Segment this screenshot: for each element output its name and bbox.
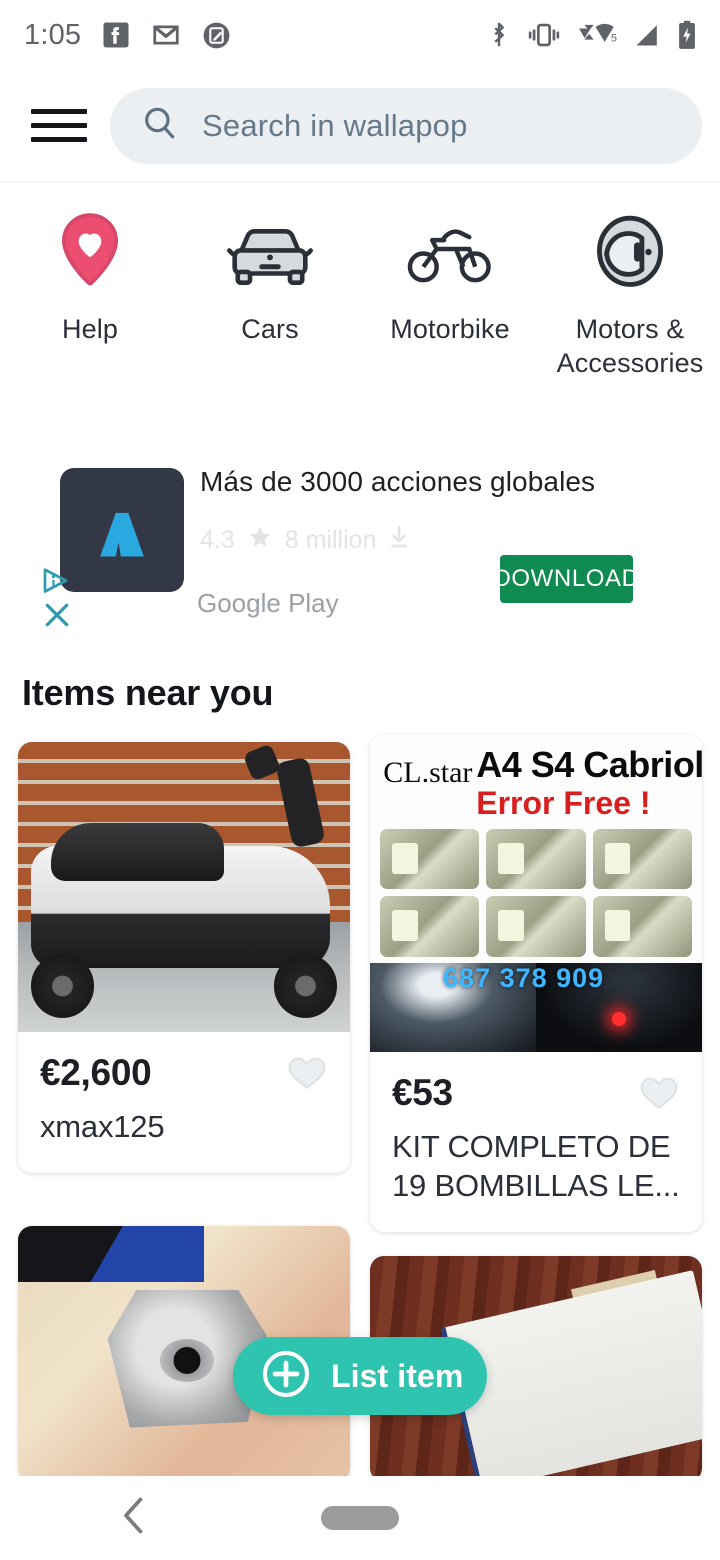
category-shortcuts: Help Cars Motorbike Motors & Accessories <box>0 183 720 423</box>
star-icon <box>247 524 273 557</box>
ad-meta: 4.3 8 million <box>200 524 410 557</box>
category-label: Help <box>62 314 118 344</box>
ad-download-button[interactable]: DOWNLOAD <box>493 555 639 603</box>
ad-store-label: Google Play <box>197 588 339 618</box>
ad-installs: 8 million <box>284 526 377 554</box>
status-bar-right: 5 <box>486 20 698 50</box>
category-label: Cars <box>241 314 299 344</box>
download-arrow-icon <box>388 525 410 556</box>
status-bar-left: 1:05 <box>24 19 232 52</box>
photo-phone-text: 687 378 909 <box>443 962 605 993</box>
vibrate-icon <box>527 21 561 49</box>
battery-charging-icon <box>676 20 698 50</box>
category-cars[interactable]: Cars <box>180 209 360 347</box>
item-info: €53 KIT COMPLETO DE 19 BOMBILLAS LE... <box>370 1052 702 1232</box>
hamburger-menu-icon[interactable] <box>22 89 96 163</box>
category-motors-accessories[interactable]: Motors & Accessories <box>540 209 720 381</box>
item-title: KIT COMPLETO DE 19 BOMBILLAS LE... <box>392 1129 680 1203</box>
photo-model-text: A4 S4 Cabriolet <box>476 743 702 785</box>
location-pin-heart-icon <box>54 209 126 295</box>
app-header: Search in wallapop <box>0 70 720 182</box>
category-label: Motors & Accessories <box>556 314 704 378</box>
chevron-left-icon[interactable] <box>118 1495 150 1542</box>
favorite-heart-icon[interactable] <box>638 1074 680 1117</box>
system-nav-bar <box>0 1476 720 1560</box>
home-pill-icon[interactable] <box>321 1506 399 1530</box>
photo-tagline-text: Error Free ! <box>476 784 651 821</box>
car-icon <box>227 209 313 295</box>
item-price: €53 <box>392 1072 453 1113</box>
category-label: Motorbike <box>390 314 510 344</box>
wifi-icon: 5 <box>576 20 618 50</box>
list-item-button[interactable]: List item <box>233 1337 487 1415</box>
close-x-icon[interactable] <box>42 600 72 635</box>
item-card-1[interactable]: CL.star A4 S4 Cabriolet Error Free ! 687… <box>370 734 702 1232</box>
search-placeholder: Search in wallapop <box>202 107 468 143</box>
status-bar-clock: 1:05 <box>24 18 82 51</box>
signal-icon <box>633 21 661 49</box>
ad-banner[interactable]: Más de 3000 acciones globales 4.3 8 mill… <box>0 440 720 640</box>
ad-title: Más de 3000 acciones globales <box>200 466 596 497</box>
list-item-label: List item <box>331 1357 464 1394</box>
compose-icon <box>201 20 232 51</box>
item-photo: CL.star A4 S4 Cabriolet Error Free ! 687… <box>370 734 702 1052</box>
facebook-icon <box>101 20 131 50</box>
category-help[interactable]: Help <box>0 209 180 347</box>
app-screen: 1:05 5 Search in wallapop Help Cars Moto… <box>0 0 720 1560</box>
search-icon <box>140 103 180 148</box>
helmet-icon <box>593 209 667 295</box>
item-title: xmax125 <box>40 1109 165 1144</box>
item-info: €2,600 xmax125 <box>18 1032 350 1173</box>
item-photo <box>18 742 350 1032</box>
wifi-badge: 5 <box>611 32 617 44</box>
photo-brand-text: CL.star <box>383 756 473 790</box>
status-bar: 1:05 5 <box>0 0 720 70</box>
favorite-heart-icon[interactable] <box>286 1054 328 1097</box>
motorbike-icon <box>407 209 493 295</box>
gmail-icon <box>151 20 181 50</box>
bluetooth-icon <box>486 20 512 50</box>
plus-circle-icon <box>261 1349 311 1404</box>
item-card-0[interactable]: €2,600 xmax125 <box>18 742 350 1173</box>
category-motorbike[interactable]: Motorbike <box>360 209 540 347</box>
search-input[interactable]: Search in wallapop <box>110 87 702 164</box>
adchoices-icon[interactable] <box>42 566 72 601</box>
ad-rating: 4.3 <box>200 526 235 554</box>
arcane-a-logo-icon <box>60 468 184 592</box>
item-price: €2,600 <box>40 1052 152 1093</box>
page-title: Items near you <box>22 672 274 713</box>
